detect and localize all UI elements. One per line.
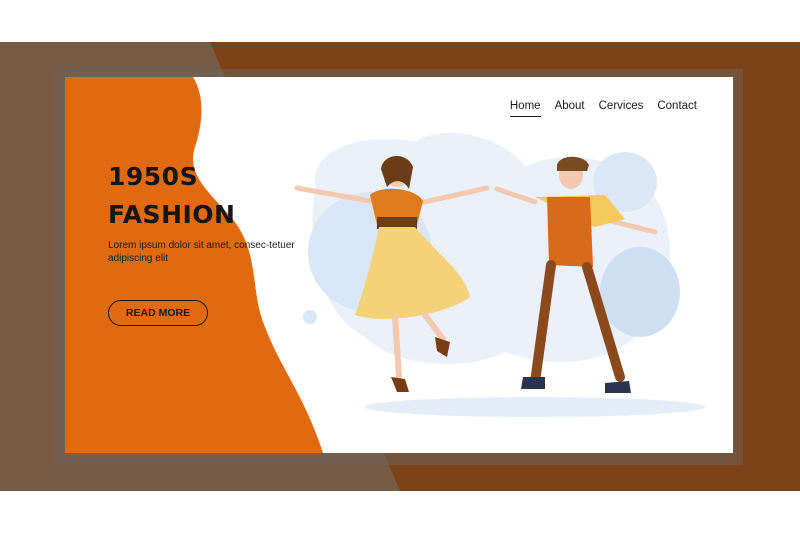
nav-home[interactable]: Home xyxy=(509,99,541,117)
landing-card: Home About Cervices Contact 1950S FASHIO… xyxy=(65,77,733,453)
dancing-couple-illustration xyxy=(294,132,705,417)
nav-contact[interactable]: Contact xyxy=(657,99,697,117)
page-title-line-2: FASHION xyxy=(108,200,236,229)
read-more-button[interactable]: READ MORE xyxy=(108,300,208,326)
nav-cervices[interactable]: Cervices xyxy=(599,99,644,117)
hero-description: Lorem ipsum dolor sit amet, consec-tetue… xyxy=(108,240,295,264)
page-title-line-1: 1950S xyxy=(108,162,199,191)
nav-about[interactable]: About xyxy=(555,99,585,117)
top-navigation: Home About Cervices Contact xyxy=(509,99,697,117)
page-title: 1950S FASHION xyxy=(108,158,235,234)
